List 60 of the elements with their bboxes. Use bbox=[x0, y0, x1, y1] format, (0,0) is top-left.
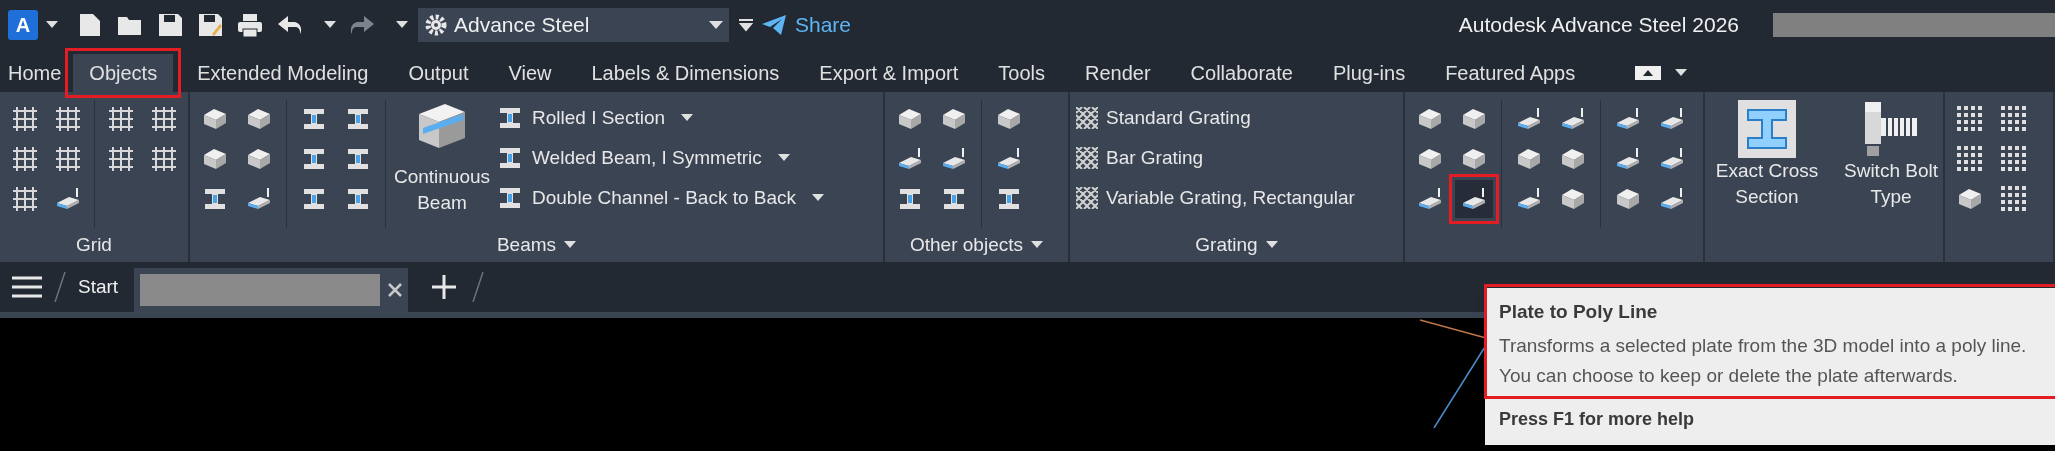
close-icon[interactable] bbox=[388, 283, 403, 297]
panel-title[interactable]: Grating bbox=[1195, 230, 1278, 260]
print-icon[interactable] bbox=[236, 12, 264, 38]
ribbon-caret-icon bbox=[1675, 69, 1688, 77]
menu-icon[interactable] bbox=[12, 276, 42, 298]
customize-icon[interactable] bbox=[739, 18, 753, 32]
caret-icon bbox=[1031, 241, 1043, 249]
caret-icon bbox=[681, 114, 694, 122]
switch-button[interactable]: Exact Cross Section bbox=[1711, 100, 1823, 210]
ribbon-tab[interactable]: Featured Apps bbox=[1445, 54, 1576, 92]
tooltip-title: Plate to Poly Line bbox=[1499, 300, 1659, 324]
beam-type-dropdown[interactable]: Rolled I Section bbox=[496, 100, 825, 136]
ribbon-tab[interactable]: Tools bbox=[998, 54, 1045, 92]
beam-type-dropdown[interactable]: Welded Beam, I Symmetric bbox=[496, 140, 825, 176]
tab-divider bbox=[472, 272, 485, 302]
ribbon-tab[interactable]: Output bbox=[408, 54, 469, 92]
redo-caret-icon bbox=[396, 21, 408, 29]
caret-icon bbox=[812, 194, 825, 202]
ribbon-tab[interactable]: Render bbox=[1084, 54, 1151, 92]
ribbon-tab[interactable]: Plug-ins bbox=[1332, 54, 1406, 92]
tooltip-description: Transforms a selected plate from the 3D model into a poly line. You can choose to keep or delete the plate afterwards. bbox=[1499, 333, 2028, 388]
caret-icon bbox=[709, 21, 723, 29]
beam-type-dropdown[interactable]: Double Channel - Back to Back bbox=[496, 180, 825, 216]
caret-icon bbox=[1265, 241, 1278, 249]
add-tab-icon[interactable] bbox=[432, 275, 457, 299]
grating-button[interactable]: Standard Grating bbox=[1076, 100, 1355, 136]
undo-caret-icon bbox=[324, 21, 336, 29]
panel-title: Grid bbox=[76, 232, 112, 257]
ribbon-tab[interactable]: Extended Modeling bbox=[197, 54, 369, 92]
save-as-icon[interactable] bbox=[196, 12, 224, 38]
ribbon-tab[interactable]: View bbox=[508, 54, 552, 92]
continuous-beam-button[interactable]: Continuous Beam bbox=[394, 100, 490, 216]
menu-caret-icon bbox=[46, 21, 58, 29]
ribbon-tab[interactable]: Home bbox=[8, 54, 62, 92]
caret-icon bbox=[564, 241, 577, 249]
i-beam-icon bbox=[1738, 100, 1796, 158]
grating-icon bbox=[1076, 147, 1098, 169]
minimize-ribbon-icon[interactable] bbox=[1635, 66, 1662, 80]
share-button[interactable]: Share bbox=[761, 9, 852, 41]
gear-icon bbox=[424, 13, 448, 37]
window-title: Autodesk Advance Steel 2026 bbox=[1458, 12, 1739, 39]
workspace-dropdown[interactable]: Advance Steel bbox=[418, 8, 729, 42]
app-logo[interactable]: A bbox=[8, 10, 38, 40]
ribbon-tab[interactable]: Objects bbox=[73, 54, 174, 92]
file-tab[interactable]: Start bbox=[78, 272, 119, 302]
panel-title[interactable]: Beams bbox=[496, 230, 577, 260]
help-hint: Press F1 for more help bbox=[1498, 407, 1696, 431]
ribbon-tab[interactable]: Collaborate bbox=[1190, 54, 1293, 92]
tab-divider bbox=[54, 272, 66, 302]
caret-icon bbox=[777, 154, 790, 162]
switch-button[interactable]: Switch Bolt Type bbox=[1835, 100, 1947, 210]
paper-plane-icon bbox=[761, 14, 787, 36]
grating-button[interactable]: Variable Grating, Rectangular bbox=[1076, 180, 1355, 216]
ribbon-tab[interactable]: Labels & Dimensions bbox=[591, 54, 780, 92]
grating-icon bbox=[1076, 187, 1098, 209]
grating-icon bbox=[1076, 107, 1098, 129]
grating-button[interactable]: Bar Grating bbox=[1076, 140, 1355, 176]
ribbon-tab[interactable]: Export & Import bbox=[819, 54, 959, 92]
save-icon[interactable] bbox=[156, 12, 184, 38]
panel-title[interactable]: Other objects bbox=[910, 230, 1043, 260]
